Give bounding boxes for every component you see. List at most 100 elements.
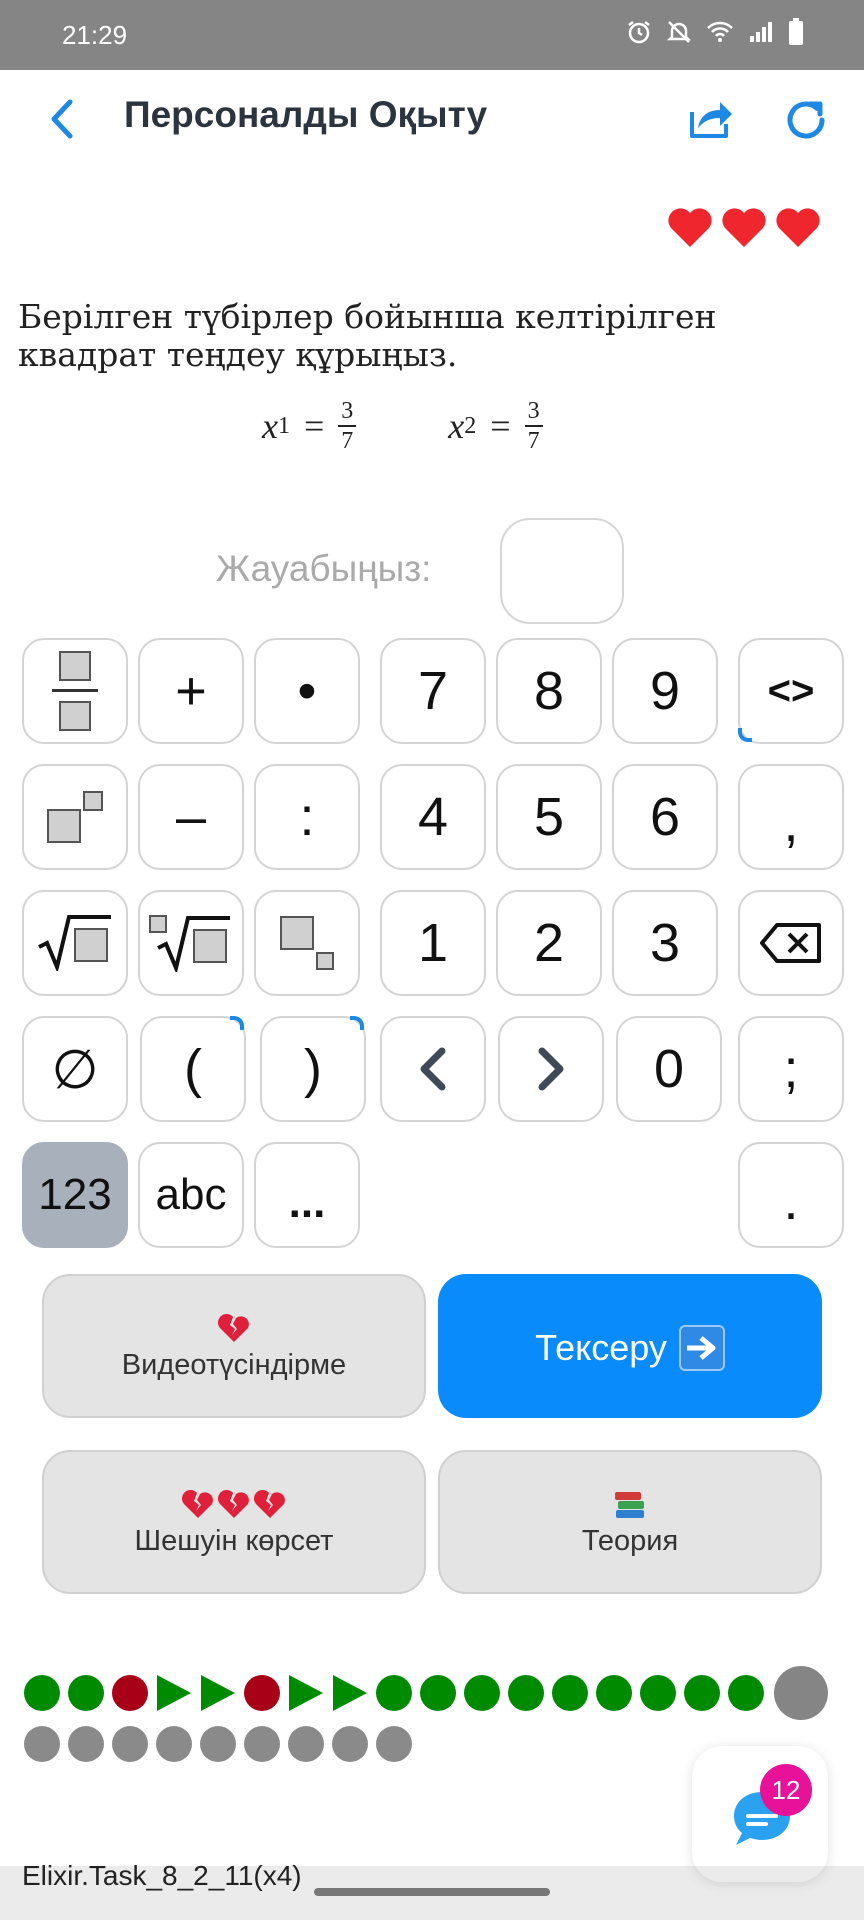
toggle-key[interactable]: <>: [738, 638, 844, 744]
signal-icon: [750, 22, 772, 42]
left-paren-key[interactable]: (: [140, 1016, 246, 1122]
root-fraction: 3 7: [338, 398, 357, 454]
broken-heart-icon: [253, 1489, 285, 1518]
key-6[interactable]: 6: [612, 764, 718, 870]
status-time: 21:29: [62, 20, 128, 50]
check-label: Тексеру: [535, 1327, 667, 1368]
fraction-denominator: 7: [341, 428, 354, 454]
theory-button[interactable]: Теория: [438, 1450, 822, 1594]
broken-heart-icon: [217, 1313, 249, 1342]
fraction-denominator: 7: [527, 428, 540, 454]
alpha-mode-key[interactable]: abc: [138, 1142, 244, 1248]
progress-dot-wrong[interactable]: [244, 1675, 280, 1711]
plus-key[interactable]: +: [138, 638, 244, 744]
progress-dot-done[interactable]: [684, 1675, 720, 1711]
key-4[interactable]: 4: [380, 764, 486, 870]
show-solution-button[interactable]: Шешуін көрсет: [42, 1450, 426, 1594]
progress-dot-done[interactable]: [596, 1675, 632, 1711]
alarm-icon: [628, 21, 650, 44]
progress-dot-pending[interactable]: [332, 1726, 368, 1762]
heart-icon: [722, 208, 766, 247]
page-title: Персоналды Оқыту: [124, 94, 488, 135]
books-icon: [615, 1491, 644, 1518]
fraction-icon: [52, 651, 98, 731]
home-indicator: [0, 1866, 864, 1896]
progress-dot-pending[interactable]: [288, 1726, 324, 1762]
chat-button[interactable]: 12: [692, 1746, 828, 1882]
fraction-numerator: 3: [341, 398, 354, 424]
key-8[interactable]: 8: [496, 638, 602, 744]
progress-dot-pending[interactable]: [156, 1726, 192, 1762]
equals-sign: =: [303, 406, 325, 446]
right-arrow-icon: [678, 1325, 725, 1371]
refresh-icon[interactable]: [782, 96, 830, 144]
multiply-key[interactable]: •: [254, 638, 360, 744]
subscript-key[interactable]: [254, 890, 360, 996]
question-text: Берілген түбірлер бойынша келтірілген кв…: [18, 297, 717, 374]
cursor-right-key[interactable]: [498, 1016, 604, 1122]
check-button-content: Тексеру: [535, 1325, 725, 1371]
numeric-mode-key[interactable]: 123: [22, 1142, 128, 1248]
progress-dot-pending[interactable]: [24, 1726, 60, 1762]
key-7[interactable]: 7: [380, 638, 486, 744]
key-2[interactable]: 2: [496, 890, 602, 996]
period-key[interactable]: .: [738, 1142, 844, 1248]
key-0[interactable]: 0: [616, 1016, 722, 1122]
home-pill[interactable]: [314, 1888, 550, 1896]
progress-dot-done[interactable]: [728, 1675, 764, 1711]
video-explanation-button[interactable]: Видеотүсіндірме: [42, 1274, 426, 1418]
progress-dot-pending[interactable]: [112, 1726, 148, 1762]
broken-heart-icon: [217, 1489, 249, 1518]
progress-dot-done[interactable]: [640, 1675, 676, 1711]
subscript-icon: [280, 916, 334, 970]
battery-icon: [789, 18, 803, 45]
progress-skipped-icon[interactable]: [201, 1675, 235, 1711]
share-icon[interactable]: [684, 94, 734, 144]
empty-set-key[interactable]: ∅: [22, 1016, 128, 1122]
comma-key[interactable]: ,: [738, 764, 844, 870]
divide-key[interactable]: :: [254, 764, 360, 870]
root-fraction: 3 7: [524, 398, 543, 454]
right-paren-key[interactable]: ): [260, 1016, 366, 1122]
back-icon[interactable]: [40, 94, 84, 144]
cursor-left-icon: [420, 1047, 446, 1091]
progress-dot-done[interactable]: [376, 1675, 412, 1711]
nth-root-key[interactable]: [138, 890, 244, 996]
cursor-left-key[interactable]: [380, 1016, 486, 1122]
right-paren-corner-mark: [350, 1016, 364, 1030]
progress-dot-pending[interactable]: [68, 1726, 104, 1762]
toggle-key-corner-mark: [738, 728, 752, 742]
progress-dot-pending[interactable]: [200, 1726, 236, 1762]
root-subscript: 2: [464, 412, 477, 439]
semicolon-key[interactable]: ;: [738, 1016, 844, 1122]
progress-dot-done[interactable]: [552, 1675, 588, 1711]
heart-icon: [668, 208, 712, 247]
progress-dot-done[interactable]: [508, 1675, 544, 1711]
backspace-key[interactable]: [738, 890, 844, 996]
key-1[interactable]: 1: [380, 890, 486, 996]
more-keys-key[interactable]: ...: [254, 1142, 360, 1248]
progress-dot-done[interactable]: [420, 1675, 456, 1711]
fraction-key[interactable]: [22, 638, 128, 744]
answer-input[interactable]: [500, 518, 624, 624]
progress-dot-wrong[interactable]: [112, 1675, 148, 1711]
progress-dot-done[interactable]: [24, 1675, 60, 1711]
progress-skipped-icon[interactable]: [157, 1675, 191, 1711]
root-variable: x: [262, 406, 278, 446]
progress-dot-done[interactable]: [464, 1675, 500, 1711]
progress-dot-current[interactable]: [774, 1666, 828, 1720]
progress-dot-pending[interactable]: [244, 1726, 280, 1762]
status-bar: 21:29: [0, 0, 864, 70]
power-key[interactable]: [22, 764, 128, 870]
key-5[interactable]: 5: [496, 764, 602, 870]
progress-skipped-icon[interactable]: [333, 1675, 367, 1711]
check-button[interactable]: Тексеру: [438, 1274, 822, 1418]
progress-dot-done[interactable]: [68, 1675, 104, 1711]
minus-key[interactable]: –: [138, 764, 244, 870]
progress-skipped-icon[interactable]: [289, 1675, 323, 1711]
roots-formula: x1 = 3 7 x2 = 3 7: [262, 398, 543, 454]
progress-dot-pending[interactable]: [376, 1726, 412, 1762]
key-3[interactable]: 3: [612, 890, 718, 996]
sqrt-key[interactable]: [22, 890, 128, 996]
key-9[interactable]: 9: [612, 638, 718, 744]
